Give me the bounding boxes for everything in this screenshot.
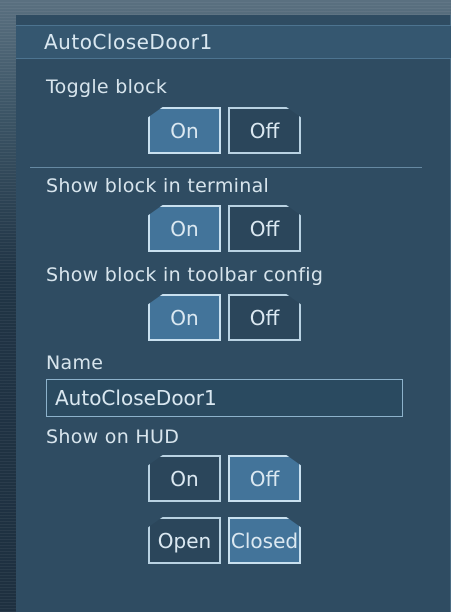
name-input[interactable] — [46, 379, 403, 417]
show-in-terminal-label: Show block in terminal — [46, 175, 270, 197]
show-on-hud-label: Show on HUD — [46, 426, 180, 448]
toggle-block-label: Toggle block — [46, 76, 168, 98]
show-in-toolbar-on-button[interactable]: On — [148, 294, 221, 341]
title-bar: AutoCloseDoor1 — [16, 25, 451, 59]
divider — [30, 167, 422, 168]
show-on-hud-on-button[interactable]: On — [148, 455, 221, 502]
name-label: Name — [46, 352, 104, 374]
toggle-block-off-button[interactable]: Off — [228, 107, 301, 154]
panel-title: AutoCloseDoor1 — [44, 30, 213, 54]
show-in-terminal-off-button[interactable]: Off — [228, 205, 301, 252]
properties-panel: AutoCloseDoor1 Toggle block On Off Show … — [16, 15, 451, 612]
show-in-terminal-on-button[interactable]: On — [148, 205, 221, 252]
show-in-toolbar-label: Show block in toolbar config — [46, 264, 324, 286]
toggle-block-on-button[interactable]: On — [148, 107, 221, 154]
door-closed-button[interactable]: Closed — [228, 517, 301, 564]
door-open-button[interactable]: Open — [148, 517, 221, 564]
show-in-toolbar-off-button[interactable]: Off — [228, 294, 301, 341]
show-on-hud-off-button[interactable]: Off — [228, 455, 301, 502]
